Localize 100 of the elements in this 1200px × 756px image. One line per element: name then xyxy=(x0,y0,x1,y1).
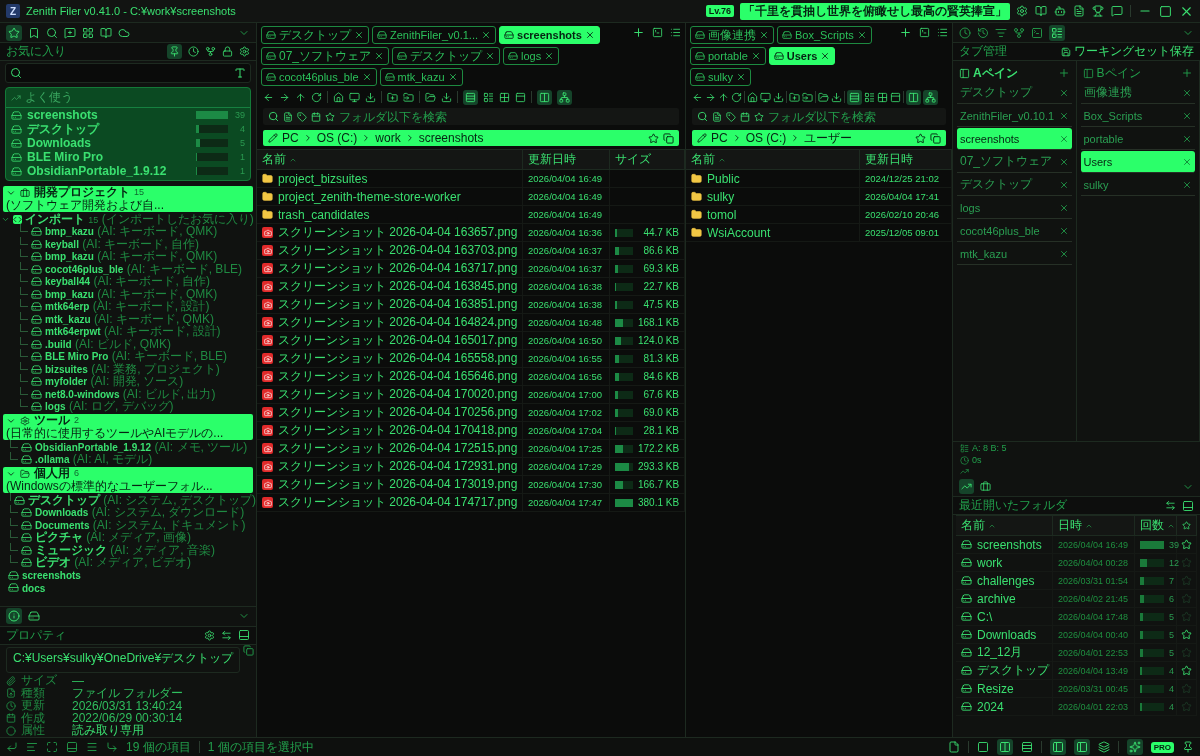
panel-icon[interactable] xyxy=(66,741,78,753)
breadcrumb-item[interactable]: OS (C:) xyxy=(316,131,358,145)
settings-icon[interactable] xyxy=(1016,5,1028,17)
column-header[interactable]: 更新日時 xyxy=(523,150,610,169)
favorite-item[interactable]: ObsidianPortable_1.9.12 xyxy=(27,164,191,178)
clock-icon[interactable] xyxy=(959,26,971,39)
file-name-cell[interactable]: スクリーンショット 2026-04-04 170256.png xyxy=(257,404,523,421)
columns-icon[interactable] xyxy=(537,89,552,105)
book-icon[interactable] xyxy=(100,26,112,39)
tabs-icon[interactable] xyxy=(1049,24,1065,41)
up-icon[interactable] xyxy=(295,91,306,103)
search-input[interactable]: フォルダ以下を検索 xyxy=(768,109,941,124)
panel-icon[interactable] xyxy=(515,91,526,103)
copy-icon[interactable] xyxy=(663,132,674,144)
download-icon[interactable] xyxy=(441,91,452,103)
file-name-cell[interactable]: スクリーンショット 2026-04-04 170418.png xyxy=(257,422,523,439)
breadcrumb-item[interactable]: ユーザー xyxy=(804,129,853,147)
breadcrumb-item[interactable]: OS (C:) xyxy=(745,131,787,145)
briefcase-icon[interactable] xyxy=(980,481,991,492)
pane-tab[interactable]: 07_ソフトウェア xyxy=(261,47,390,65)
file-name-cell[interactable]: tomol xyxy=(686,206,860,223)
settings-icon[interactable] xyxy=(204,629,215,641)
refresh-icon[interactable] xyxy=(731,91,742,103)
pane-tab[interactable]: デスクトップ xyxy=(261,26,369,44)
favorites-icon[interactable] xyxy=(6,24,22,41)
tab-list-item[interactable]: 07_ソフトウェア xyxy=(957,151,1072,173)
folder-name-cell[interactable]: archive xyxy=(956,590,1053,607)
tree-icon[interactable] xyxy=(923,89,938,105)
folder-open-icon[interactable] xyxy=(818,91,829,103)
grid-view-icon[interactable] xyxy=(877,91,888,103)
column-header[interactable]: 更新日時 xyxy=(860,150,952,169)
folder-name-cell[interactable]: Downloads xyxy=(956,626,1053,643)
file-name-cell[interactable]: スクリーンショット 2026-04-04 172931.png xyxy=(257,458,523,475)
breadcrumb-item[interactable]: screenshots xyxy=(418,131,484,145)
download-icon[interactable] xyxy=(365,91,376,103)
comment-icon[interactable] xyxy=(64,26,76,39)
pane-tab[interactable]: logs xyxy=(503,47,560,65)
tab-list-item[interactable]: logs xyxy=(957,197,1072,219)
file-name-cell[interactable]: project_zenith-theme-store-worker xyxy=(257,188,523,205)
star-icon[interactable] xyxy=(1181,593,1192,604)
horizontal-split-icon[interactable] xyxy=(1020,741,1033,753)
folder-name-cell[interactable]: C:\ xyxy=(956,608,1053,625)
terminal-icon[interactable] xyxy=(919,27,930,38)
star-icon[interactable] xyxy=(1181,575,1192,586)
close-icon[interactable] xyxy=(759,30,769,40)
group-header[interactable]: ツール 2 (日常的に使用するツールやAIモデルの... xyxy=(3,414,253,440)
settings-icon[interactable] xyxy=(239,46,250,57)
search-field[interactable]: フォルダ以下を検索 xyxy=(263,108,679,125)
save-working-set-button[interactable]: ワーキングセット保存 xyxy=(1061,43,1194,60)
file-name-cell[interactable]: WsiAccount xyxy=(686,224,860,241)
star-icon[interactable] xyxy=(1181,611,1192,622)
pane-tab[interactable]: Users xyxy=(768,47,836,65)
favorite-item[interactable]: BLE Miro Pro xyxy=(27,150,191,164)
star-icon[interactable] xyxy=(1181,647,1192,658)
panel-icon[interactable] xyxy=(1182,499,1194,512)
tab-list-item[interactable]: デスクトップ xyxy=(957,82,1072,104)
file-name-cell[interactable]: スクリーンショット 2026-04-04 163703.png xyxy=(257,242,523,259)
path-field[interactable]: C:¥Users¥sulky¥OneDrive¥デスクトップ xyxy=(6,646,241,673)
column-header[interactable]: 名前 xyxy=(956,516,1053,535)
tab-list-item[interactable]: ZenithFiler_v0.10.1 xyxy=(957,105,1072,127)
folder-name-cell[interactable]: デスクトップ xyxy=(956,662,1053,679)
favorite-item[interactable]: screenshots xyxy=(27,108,191,122)
folder-name-cell[interactable]: 12_12月 xyxy=(956,644,1053,661)
folder-name-cell[interactable]: challenges xyxy=(956,572,1053,589)
tree-item[interactable]: docs xyxy=(22,580,46,595)
tab-list-item[interactable]: screenshots xyxy=(957,128,1072,150)
file-name-cell[interactable]: スクリーンショット 2026-04-04 165558.png xyxy=(257,350,523,367)
file-icon[interactable] xyxy=(947,741,960,753)
single-pane-icon[interactable] xyxy=(976,741,989,753)
column-header[interactable]: 回数 xyxy=(1135,516,1177,535)
grid-view-icon[interactable] xyxy=(499,91,510,103)
document-icon[interactable] xyxy=(1073,5,1085,17)
add-icon[interactable] xyxy=(1181,67,1193,79)
return-icon[interactable] xyxy=(106,741,118,753)
folder-input-icon[interactable] xyxy=(802,91,813,103)
favorite-item[interactable]: デスクトップ xyxy=(27,120,191,138)
pane-tab[interactable]: 画像連携 xyxy=(690,26,774,44)
maximize-icon[interactable] xyxy=(1159,4,1172,18)
message-icon[interactable] xyxy=(1111,5,1123,17)
close-icon[interactable] xyxy=(354,30,364,40)
lock-icon[interactable] xyxy=(222,46,233,57)
tree-item[interactable]: screenshots xyxy=(22,568,81,583)
file-name-cell[interactable]: スクリーンショット 2026-04-04 163851.png xyxy=(257,296,523,313)
pane-tab[interactable]: sulky xyxy=(690,68,752,86)
group-header[interactable]: 個人用 6 (Windowsの標準的なユーザーフォル... xyxy=(3,467,253,493)
terminal-icon[interactable] xyxy=(1031,26,1043,39)
file-name-cell[interactable]: sulky xyxy=(686,188,860,205)
star-icon[interactable] xyxy=(1181,557,1192,568)
close-icon[interactable] xyxy=(584,30,595,40)
star-icon[interactable] xyxy=(1181,683,1192,694)
copy-icon[interactable] xyxy=(243,644,255,656)
breadcrumb-item[interactable]: work xyxy=(375,131,401,145)
file-name-cell[interactable]: スクリーンショット 2026-04-04 173019.png xyxy=(257,476,523,493)
trophy-icon[interactable] xyxy=(1092,5,1104,17)
folder-input-icon[interactable] xyxy=(403,91,414,103)
home-icon[interactable] xyxy=(747,91,758,103)
file-name-cell[interactable]: スクリーンショット 2026-04-04 163717.png xyxy=(257,260,523,277)
forward-icon[interactable] xyxy=(279,91,290,103)
resize-icon[interactable] xyxy=(1165,500,1176,511)
layers-icon[interactable] xyxy=(1097,741,1110,753)
